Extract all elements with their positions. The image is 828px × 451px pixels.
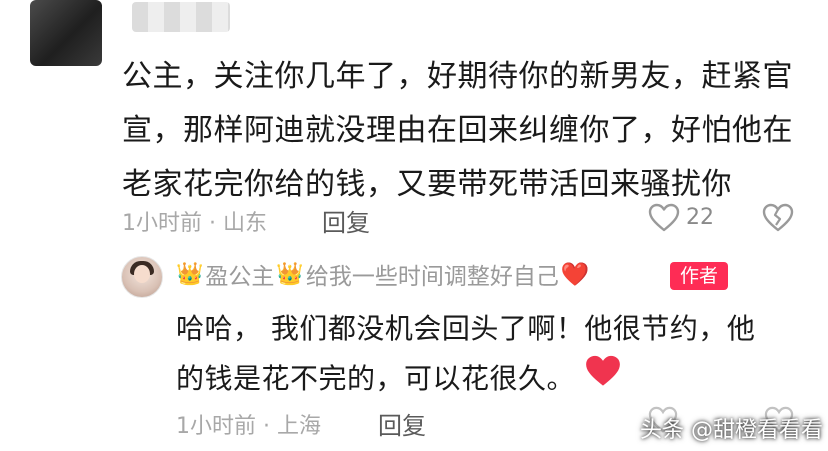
comment-line-3: 老家花完你给的钱，又要带死带活回来骚扰你 [122, 167, 732, 202]
red-heart-icon [585, 354, 621, 404]
like-button[interactable] [648, 203, 680, 233]
reply-line-2: 的钱是花不完的，可以花很久。 [176, 354, 796, 404]
blurred-avatar[interactable] [30, 0, 102, 66]
reply-reply-button[interactable]: 回复 [378, 406, 426, 441]
comment-time-location: 1小时前 · 山东 [122, 211, 267, 236]
comment-text: 公主，关注你几年了，好期待你的新男友，赶紧官 宣，那样阿迪就没理由在回来纠缠你了… [122, 50, 812, 212]
crown-icon: 👑 [176, 261, 204, 287]
reply-username-row[interactable]: 👑 盈公主 👑 给我一些时间调整好自己 ❤️ [176, 257, 589, 291]
comment-line-2: 宣，那样阿迪就没理由在回来纠缠你了，好怕他在 [122, 113, 793, 148]
reply-avatar[interactable] [121, 256, 163, 298]
author-badge: 作者 [670, 262, 728, 290]
reply-text: 哈哈， 我们都没机会回头了啊！他很节约，他 的钱是花不完的，可以花很久。 [176, 304, 796, 404]
heart-outline-icon [648, 203, 680, 233]
blurred-username[interactable] [132, 2, 230, 32]
reply-line-1: 哈哈， 我们都没机会回头了啊！他很节约，他 [176, 312, 756, 345]
crown-icon: 👑 [276, 261, 304, 287]
reply-username[interactable]: 盈公主 [205, 257, 274, 291]
red-heart-icon: ❤️ [560, 261, 590, 288]
comment-line-1: 公主，关注你几年了，好期待你的新男友，赶紧官 [122, 59, 793, 94]
watermark: 头条 @甜橙看看看 [640, 418, 823, 443]
dislike-button[interactable] [762, 203, 794, 233]
broken-heart-icon [762, 203, 794, 233]
comment-reply-button[interactable]: 回复 [322, 203, 370, 238]
reply-time-location: 1小时前 · 上海 [176, 414, 321, 439]
reply-user-bio: 给我一些时间调整好自己 [305, 264, 559, 290]
like-count: 22 [686, 205, 714, 230]
